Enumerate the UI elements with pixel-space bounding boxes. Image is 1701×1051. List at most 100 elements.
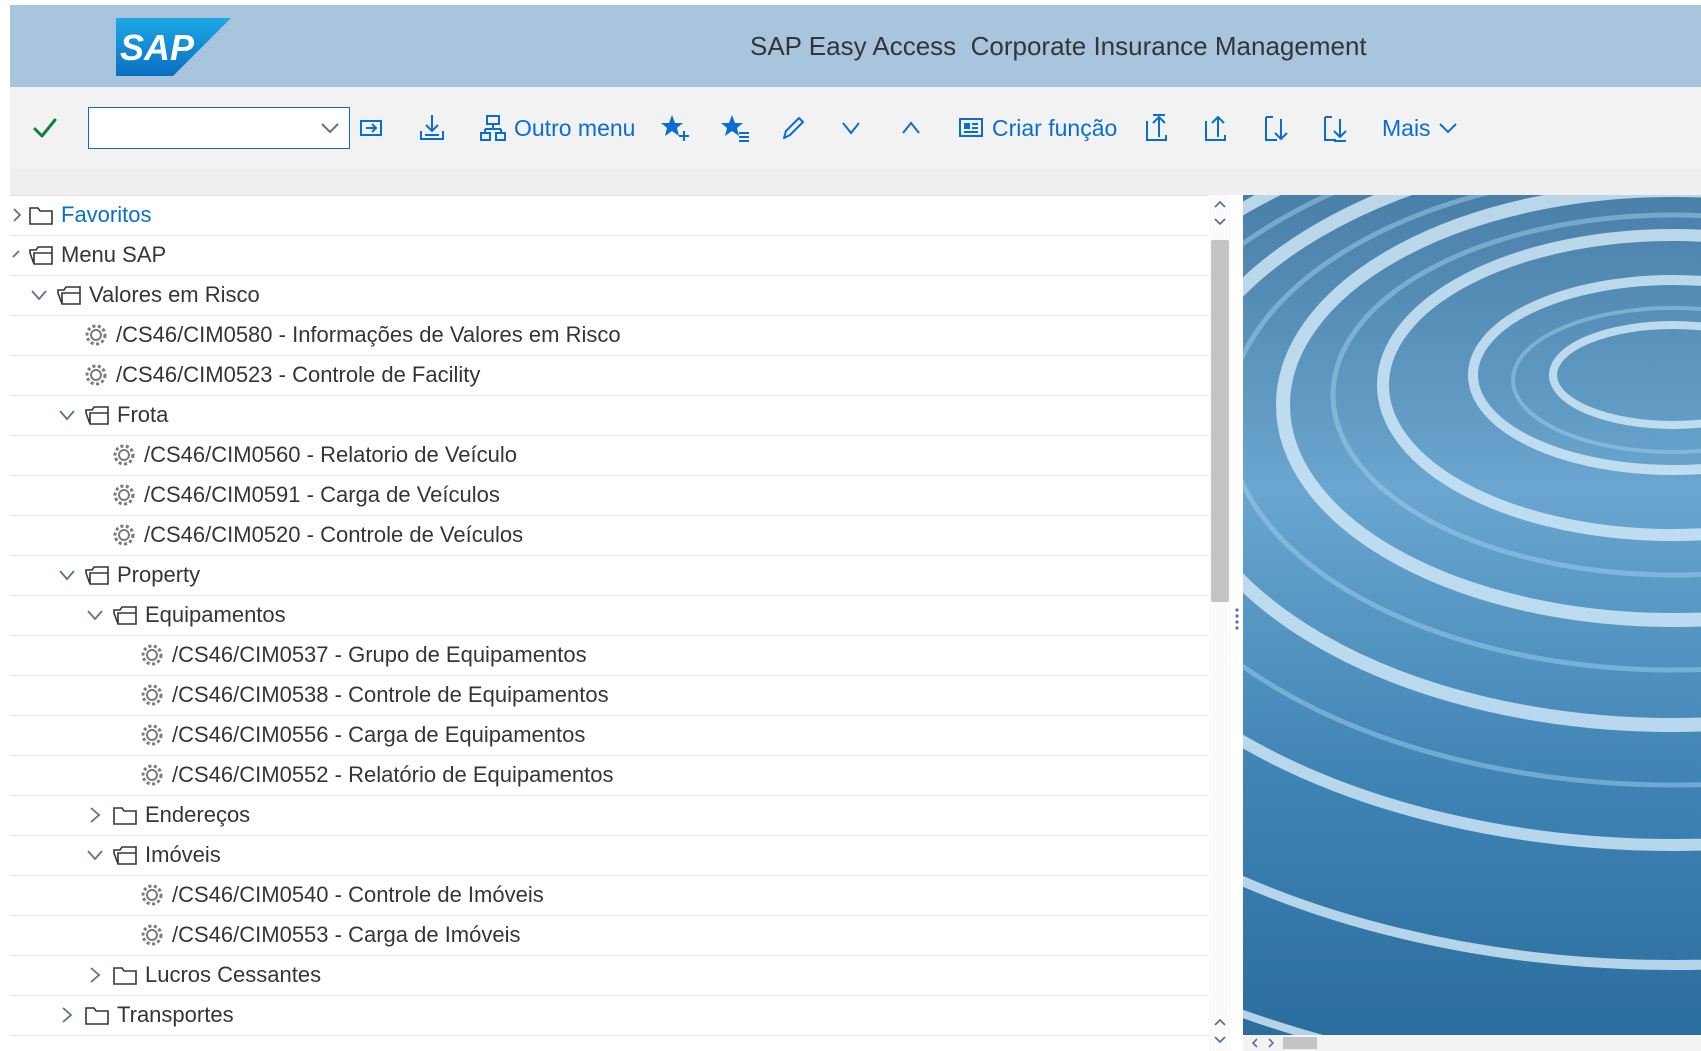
checkmark-icon: [33, 118, 57, 138]
command-field[interactable]: [88, 107, 350, 149]
chevron-expanded-icon[interactable]: [10, 244, 24, 266]
page-up-icon: [1146, 114, 1167, 141]
folder-open-icon: [56, 284, 82, 306]
transaction-gear-icon: [112, 482, 138, 508]
folder-open-icon: [112, 604, 138, 626]
tree-label: Lucros Cessantes: [145, 962, 322, 987]
tree-node-transaction[interactable]: /CS46/CIM0560 - Relatorio de Veículo: [10, 435, 1209, 476]
enter-button[interactable]: [32, 109, 58, 147]
tree-node-transaction[interactable]: /CS46/CIM0537 - Grupo de Equipamentos: [10, 635, 1209, 676]
move-up-button[interactable]: [900, 109, 922, 147]
tree-label: Valores em Risco: [89, 282, 260, 307]
tree-node-property[interactable]: Property: [10, 555, 1209, 596]
chevron-right-icon[interactable]: [84, 964, 106, 986]
app-title: SAP Easy Access Corporate Insurance Mana…: [750, 31, 1367, 61]
tree-label: /CS46/CIM0591 - Carga de Veículos: [144, 482, 500, 507]
go-bottom-button[interactable]: [1322, 109, 1350, 147]
tree-node-fleet[interactable]: Frota: [10, 395, 1209, 436]
page-up-button[interactable]: [1203, 109, 1231, 147]
tree-label: Favoritos: [61, 202, 152, 227]
create-role-button[interactable]: Criar função: [958, 109, 1117, 147]
command-input[interactable]: [89, 108, 301, 148]
folder-icon: [112, 804, 138, 826]
chevron-right-icon[interactable]: [10, 204, 24, 226]
transaction-gear-icon: [140, 722, 166, 748]
transaction-gear-icon: [140, 922, 166, 948]
splitter-grip-icon: [1235, 608, 1239, 630]
edit-button[interactable]: [780, 109, 806, 147]
next-page-icon: [1265, 116, 1288, 141]
tree-node-transaction[interactable]: /CS46/CIM0523 - Controle de Facility: [10, 355, 1209, 396]
toolbar: Outro menu Criar função Mais: [10, 87, 1701, 169]
tree-node-transaction[interactable]: /CS46/CIM0591 - Carga de Veículos: [10, 475, 1209, 516]
image-scrollbar[interactable]: [1243, 1035, 1701, 1051]
tree-node-values-at-risk[interactable]: Valores em Risco: [10, 275, 1209, 316]
chevron-down-icon[interactable]: [84, 844, 106, 866]
transaction-gear-icon: [140, 762, 166, 788]
tree-node-transaction[interactable]: /CS46/CIM0538 - Controle de Equipamentos: [10, 675, 1209, 716]
download-button[interactable]: [418, 109, 446, 147]
scroll-down-icon[interactable]: [1209, 1011, 1231, 1051]
chevron-down-icon: [1438, 123, 1457, 134]
pencil-icon: [783, 117, 804, 139]
other-menu-label: Outro menu: [514, 114, 636, 141]
move-down-button[interactable]: [840, 109, 862, 147]
tree-node-transaction[interactable]: /CS46/CIM0520 - Controle de Veículos: [10, 515, 1209, 556]
tree-label: Transportes: [117, 1002, 234, 1027]
scrollbar-thumb[interactable]: [1283, 1037, 1317, 1049]
scrollbar-thumb[interactable]: [1211, 240, 1229, 602]
scroll-left-right-icon[interactable]: [1247, 1035, 1287, 1051]
download-icon: [420, 115, 444, 140]
chevron-down-icon[interactable]: [84, 604, 106, 626]
chevron-right-icon[interactable]: [84, 804, 106, 826]
folder-icon: [84, 1004, 110, 1026]
chevron-right-icon[interactable]: [56, 1004, 78, 1026]
tree-label: /CS46/CIM0580 - Informações de Valores e…: [116, 322, 621, 347]
toolbar-divider: [10, 169, 1701, 196]
tree-label: Menu SAP: [61, 242, 167, 267]
remove-favorite-button[interactable]: [720, 109, 750, 147]
tree-label: /CS46/CIM0540 - Controle de Imóveis: [172, 882, 544, 907]
chevron-down-icon[interactable]: [56, 404, 78, 426]
chevron-down-icon[interactable]: [319, 117, 341, 139]
tree-node-transaction[interactable]: /CS46/CIM0580 - Informações de Valores e…: [10, 315, 1209, 356]
tree-node-transaction[interactable]: /CS46/CIM0553 - Carga de Imóveis: [10, 915, 1209, 956]
tree-label: Imóveis: [145, 842, 221, 867]
tree-label: /CS46/CIM0537 - Grupo de Equipamentos: [172, 642, 587, 667]
tree-label: /CS46/CIM0552 - Relatório de Equipamento…: [172, 762, 614, 787]
tree-node-real-estate[interactable]: Imóveis: [10, 835, 1209, 876]
tree-node-addresses[interactable]: Endereços: [10, 795, 1209, 836]
chevron-down-icon[interactable]: [56, 564, 78, 586]
page-down-button[interactable]: [1263, 109, 1291, 147]
folder-icon: [28, 204, 54, 226]
chevron-up-icon: [902, 121, 920, 134]
save-icon: [360, 120, 382, 136]
tree-node-transaction[interactable]: /CS46/CIM0552 - Relatório de Equipamento…: [10, 755, 1209, 796]
folder-open-icon: [84, 404, 110, 426]
tree-node-lost-profits[interactable]: Lucros Cessantes: [10, 955, 1209, 996]
title-bar: SAP SAP Easy Access Corporate Insurance …: [10, 5, 1701, 87]
tree-node-sap-menu[interactable]: Menu SAP: [10, 235, 1209, 276]
hierarchy-icon: [480, 115, 506, 141]
tree-node-favorites[interactable]: Favoritos: [10, 195, 1209, 236]
transaction-gear-icon: [84, 322, 110, 348]
go-top-button[interactable]: [1144, 109, 1172, 147]
other-menu-button[interactable]: Outro menu: [480, 109, 635, 147]
add-favorite-button[interactable]: [660, 109, 690, 147]
pane-splitter[interactable]: [1231, 195, 1243, 1051]
more-menu-button[interactable]: Mais: [1382, 109, 1459, 147]
tree-label: /CS46/CIM0556 - Carga de Equipamentos: [172, 722, 586, 747]
chevron-down-icon: [842, 122, 860, 135]
folder-open-icon: [28, 244, 54, 266]
scroll-up-icon[interactable]: [1209, 195, 1231, 235]
transaction-gear-icon: [112, 442, 138, 468]
tree-node-transaction[interactable]: /CS46/CIM0556 - Carga de Equipamentos: [10, 715, 1209, 756]
transaction-gear-icon: [140, 682, 166, 708]
tree-node-transaction[interactable]: /CS46/CIM0540 - Controle de Imóveis: [10, 875, 1209, 916]
save-button[interactable]: [358, 109, 384, 147]
chevron-down-icon[interactable]: [28, 284, 50, 306]
tree-node-equipment[interactable]: Equipamentos: [10, 595, 1209, 636]
tree-node-transport[interactable]: Transportes: [10, 995, 1209, 1036]
tree-label: /CS46/CIM0553 - Carga de Imóveis: [172, 922, 521, 947]
transaction-gear-icon: [84, 362, 110, 388]
